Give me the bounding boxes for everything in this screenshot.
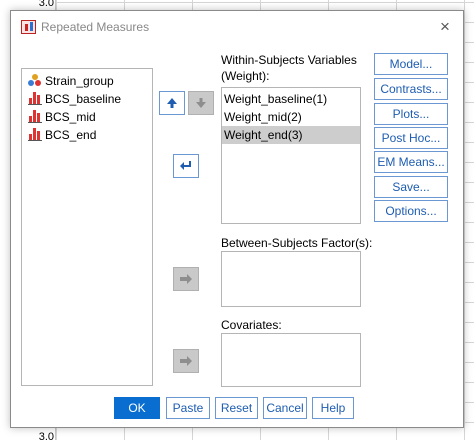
reset-button[interactable]: Reset — [215, 397, 258, 419]
title-bar[interactable]: Repeated Measures × — [11, 11, 463, 43]
nominal-variable-icon — [28, 74, 42, 86]
source-variable-item[interactable]: BCS_baseline — [22, 90, 152, 108]
source-variable-label: BCS_mid — [45, 110, 96, 124]
move-up-button[interactable] — [159, 91, 185, 115]
source-variable-item[interactable]: Strain_group — [22, 72, 152, 90]
arrow-right-icon — [180, 356, 192, 366]
dialog-title: Repeated Measures — [41, 20, 150, 34]
within-subjects-item[interactable]: Weight_baseline(1) — [222, 90, 360, 108]
move-to-within-button[interactable] — [173, 154, 199, 178]
covariates-list[interactable] — [221, 333, 361, 387]
move-to-between-button[interactable] — [173, 267, 199, 291]
arrow-right-icon — [180, 274, 192, 284]
covariates-label: Covariates: — [221, 318, 282, 332]
repeated-measures-dialog: Repeated Measures × Strain_group BCS_bas… — [10, 10, 464, 428]
save-button[interactable]: Save... — [374, 176, 448, 198]
spss-app-icon — [21, 20, 36, 34]
cancel-button[interactable]: Cancel — [263, 397, 307, 419]
between-subjects-list[interactable] — [221, 251, 361, 307]
paste-button[interactable]: Paste — [166, 397, 210, 419]
source-variable-label: Strain_group — [45, 74, 114, 88]
within-subjects-label: Within-Subjects Variables — [221, 53, 357, 67]
source-variable-label: BCS_end — [45, 128, 97, 142]
arrow-down-icon — [196, 98, 206, 108]
source-variable-label: BCS_baseline — [45, 92, 122, 106]
model-button[interactable]: Model... — [374, 53, 448, 75]
move-to-covariates-button[interactable] — [173, 349, 199, 373]
post-hoc-button[interactable]: Post Hoc... — [374, 127, 448, 149]
scale-variable-icon — [28, 110, 42, 123]
move-down-button[interactable] — [188, 91, 214, 115]
em-means-button[interactable]: EM Means... — [374, 151, 448, 173]
source-variable-item[interactable]: BCS_end — [22, 126, 152, 144]
scale-variable-icon — [28, 92, 42, 105]
contrasts-button[interactable]: Contrasts... — [374, 78, 448, 100]
close-button[interactable]: × — [435, 17, 455, 37]
source-variable-item[interactable]: BCS_mid — [22, 108, 152, 126]
within-subjects-item[interactable]: Weight_mid(2) — [222, 108, 360, 126]
options-button[interactable]: Options... — [374, 200, 448, 222]
spreadsheet-cell-bottom: 3.0 — [38, 431, 54, 443]
arrow-up-icon — [167, 98, 177, 108]
spreadsheet-cell-top: 3.0 — [38, 0, 54, 9]
plots-button[interactable]: Plots... — [374, 103, 448, 125]
help-button[interactable]: Help — [312, 397, 354, 419]
within-subjects-list[interactable]: Weight_baseline(1) Weight_mid(2) Weight_… — [221, 87, 361, 224]
scale-variable-icon — [28, 128, 42, 141]
arrow-return-left-icon — [180, 161, 191, 170]
within-subjects-item-selected[interactable]: Weight_end(3) — [222, 126, 360, 144]
between-subjects-label: Between-Subjects Factor(s): — [221, 236, 373, 250]
source-variable-list[interactable]: Strain_group BCS_baseline BCS_mid BCS_en… — [21, 68, 153, 386]
within-subjects-factor-label: (Weight): — [221, 69, 270, 83]
ok-button[interactable]: OK — [114, 397, 160, 419]
